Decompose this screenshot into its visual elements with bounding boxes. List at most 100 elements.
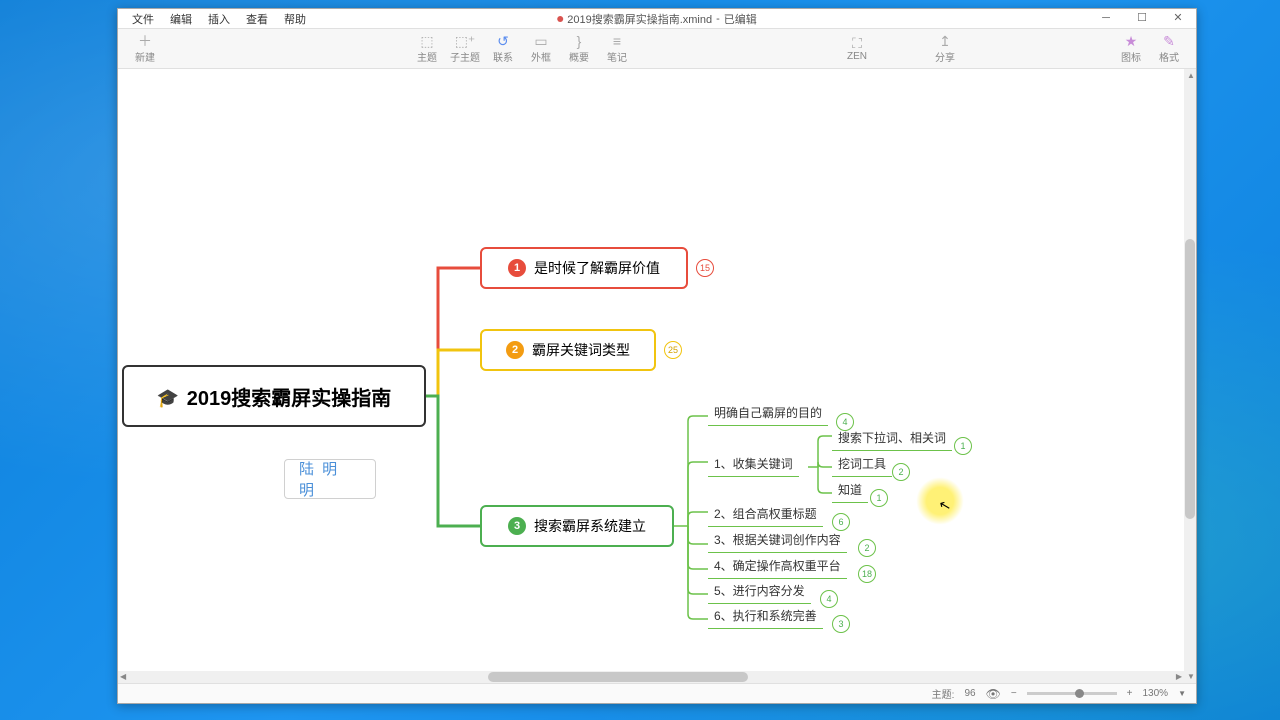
summary-button[interactable]: }概要 bbox=[560, 31, 598, 67]
leaf-execute[interactable]: 6、执行和系统完善 bbox=[708, 607, 823, 629]
branch-2-label: 霸屏关键词类型 bbox=[532, 340, 630, 360]
leaf-distribute[interactable]: 5、进行内容分发 bbox=[708, 582, 811, 604]
new-button[interactable]: ＋新建 bbox=[126, 31, 164, 67]
branch-1[interactable]: 1 是时候了解霸屏价值 bbox=[480, 247, 688, 289]
author-topic[interactable]: 陆 明 明 bbox=[284, 459, 376, 499]
relationship-button[interactable]: ↺联系 bbox=[484, 31, 522, 67]
relationship-label: 联系 bbox=[493, 49, 513, 64]
scroll-left-icon: ◀ bbox=[120, 672, 126, 681]
boundary-icon: ▭ bbox=[534, 33, 547, 49]
chevron-down-icon[interactable]: ▼ bbox=[1178, 689, 1186, 698]
subtopic-button[interactable]: ⬚⁺子主题 bbox=[446, 31, 484, 67]
zoom-slider[interactable] bbox=[1027, 692, 1117, 695]
window-title: 2019搜索霸屏实操指南.xmind - 已编辑 bbox=[557, 11, 757, 27]
leaf-content-count[interactable]: 2 bbox=[858, 539, 876, 557]
topics-label: 主题: bbox=[932, 686, 955, 701]
unsaved-dot-icon bbox=[557, 16, 563, 22]
priority-3-icon: 3 bbox=[508, 517, 526, 535]
leaf-platform[interactable]: 4、确定操作高权重平台 bbox=[708, 557, 847, 579]
leaf-mining-count[interactable]: 2 bbox=[892, 463, 910, 481]
menu-edit[interactable]: 编辑 bbox=[162, 9, 200, 29]
zoom-in-button[interactable]: + bbox=[1127, 688, 1133, 699]
branch-3[interactable]: 3 搜索霸屏系统建立 bbox=[480, 505, 674, 547]
toolbar: ＋新建 ⬚主题 ⬚⁺子主题 ↺联系 ▭外框 }概要 ≡笔记 ⛶ZEN ↥分享 ★… bbox=[118, 29, 1196, 69]
brush-icon: ✎ bbox=[1163, 33, 1175, 49]
share-button[interactable]: ↥分享 bbox=[926, 31, 964, 67]
menu-help[interactable]: 帮助 bbox=[276, 9, 314, 29]
horizontal-scrollbar[interactable]: ◀ ▶ bbox=[118, 671, 1184, 683]
window-controls: ─ ☐ ✕ bbox=[1088, 9, 1196, 29]
boundary-button[interactable]: ▭外框 bbox=[522, 31, 560, 67]
maximize-button[interactable]: ☐ bbox=[1124, 9, 1160, 29]
topic-button[interactable]: ⬚主题 bbox=[408, 31, 446, 67]
scroll-thumb-h[interactable] bbox=[488, 672, 748, 682]
new-label: 新建 bbox=[135, 49, 155, 64]
leaf-execute-count[interactable]: 3 bbox=[832, 615, 850, 633]
subtopic-label: 子主题 bbox=[450, 49, 480, 64]
priority-2-icon: 2 bbox=[506, 341, 524, 359]
root-label: 2019搜索霸屏实操指南 bbox=[187, 382, 392, 411]
leaf-title[interactable]: 2、组合高权重标题 bbox=[708, 505, 823, 527]
vertical-scrollbar[interactable]: ▲ ▼ bbox=[1184, 69, 1196, 683]
leaf-dropdown-words[interactable]: 搜索下拉词、相关词 bbox=[832, 429, 952, 451]
titlebar: 文件 编辑 插入 查看 帮助 2019搜索霸屏实操指南.xmind - 已编辑 … bbox=[118, 9, 1196, 29]
statusbar: 主题: 96 👁 − + 130% ▼ bbox=[118, 683, 1196, 703]
leaf-zhidao[interactable]: 知道 bbox=[832, 481, 868, 503]
branch-3-label: 搜索霸屏系统建立 bbox=[534, 516, 646, 536]
zen-label: ZEN bbox=[847, 51, 867, 62]
branch-1-count[interactable]: 15 bbox=[696, 259, 714, 277]
menubar: 文件 编辑 插入 查看 帮助 bbox=[118, 9, 314, 29]
subtopic-icon: ⬚⁺ bbox=[455, 33, 476, 49]
eye-icon[interactable]: 👁 bbox=[986, 687, 1001, 701]
topics-count: 96 bbox=[964, 688, 975, 699]
scroll-down-icon: ▼ bbox=[1187, 672, 1195, 681]
title-state: 已编辑 bbox=[724, 11, 757, 27]
leaf-mining-tool[interactable]: 挖词工具 bbox=[832, 455, 892, 477]
minimize-button[interactable]: ─ bbox=[1088, 9, 1124, 29]
branch-2[interactable]: 2 霸屏关键词类型 bbox=[480, 329, 656, 371]
zoom-handle[interactable] bbox=[1075, 689, 1084, 698]
summary-label: 概要 bbox=[569, 49, 589, 64]
topic-icon: ⬚ bbox=[420, 33, 433, 49]
share-icon: ↥ bbox=[939, 33, 951, 49]
topic-label: 主题 bbox=[417, 49, 437, 64]
leaf-collect[interactable]: 1、收集关键词 bbox=[708, 455, 799, 477]
format-label: 格式 bbox=[1159, 49, 1179, 64]
title-sep: - bbox=[716, 13, 720, 25]
menu-insert[interactable]: 插入 bbox=[200, 9, 238, 29]
graduation-cap-icon: 🎓 bbox=[157, 388, 179, 404]
menu-view[interactable]: 查看 bbox=[238, 9, 276, 29]
scroll-up-icon: ▲ bbox=[1187, 71, 1195, 80]
leaf-zhidao-count[interactable]: 1 bbox=[870, 489, 888, 507]
leaf-content[interactable]: 3、根据关键词创作内容 bbox=[708, 531, 847, 553]
format-button[interactable]: ✎格式 bbox=[1150, 31, 1188, 67]
close-button[interactable]: ✕ bbox=[1160, 9, 1196, 29]
boundary-label: 外框 bbox=[531, 49, 551, 64]
leaf-dropdown-count[interactable]: 1 bbox=[954, 437, 972, 455]
zoom-percent[interactable]: 130% bbox=[1143, 688, 1169, 699]
zen-button[interactable]: ⛶ZEN bbox=[838, 31, 876, 67]
zen-icon: ⛶ bbox=[852, 35, 862, 51]
note-label: 笔记 bbox=[607, 49, 627, 64]
icons-button[interactable]: ★图标 bbox=[1112, 31, 1150, 67]
priority-1-icon: 1 bbox=[508, 259, 526, 277]
share-label: 分享 bbox=[935, 49, 955, 64]
scroll-thumb-v[interactable] bbox=[1185, 239, 1195, 519]
mindmap-canvas[interactable]: 🎓 2019搜索霸屏实操指南 陆 明 明 1 是时候了解霸屏价值 15 2 霸屏… bbox=[118, 69, 1196, 683]
scroll-right-icon: ▶ bbox=[1176, 672, 1182, 681]
icons-label: 图标 bbox=[1121, 49, 1141, 64]
root-topic[interactable]: 🎓 2019搜索霸屏实操指南 bbox=[122, 365, 426, 427]
leaf-purpose[interactable]: 明确自己霸屏的目的 bbox=[708, 404, 828, 426]
branch-2-count[interactable]: 25 bbox=[664, 341, 682, 359]
app-window: 文件 编辑 插入 查看 帮助 2019搜索霸屏实操指南.xmind - 已编辑 … bbox=[117, 8, 1197, 704]
star-icon: ★ bbox=[1125, 33, 1138, 49]
note-icon: ≡ bbox=[613, 33, 621, 49]
leaf-title-count[interactable]: 6 bbox=[832, 513, 850, 531]
relationship-icon: ↺ bbox=[497, 33, 509, 49]
note-button[interactable]: ≡笔记 bbox=[598, 31, 636, 67]
zoom-out-button[interactable]: − bbox=[1011, 688, 1017, 699]
summary-icon: } bbox=[577, 33, 582, 49]
leaf-distribute-count[interactable]: 4 bbox=[820, 590, 838, 608]
leaf-platform-count[interactable]: 18 bbox=[858, 565, 876, 583]
menu-file[interactable]: 文件 bbox=[124, 9, 162, 29]
